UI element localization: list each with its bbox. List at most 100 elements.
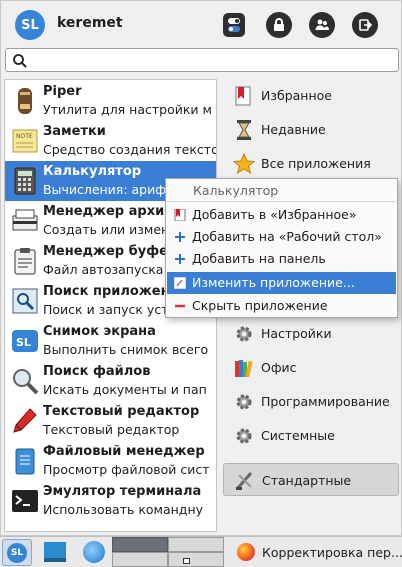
calculator-icon xyxy=(14,167,36,195)
category-system[interactable]: Системные xyxy=(223,419,399,452)
app-description: Создать или измени xyxy=(43,222,178,237)
screenshot-icon: SL xyxy=(12,330,38,352)
app-name: Калькулятор xyxy=(43,164,142,179)
plus-icon xyxy=(175,232,185,242)
menu-item-label: Добавить на панель xyxy=(192,251,326,266)
logout-icon xyxy=(359,19,373,31)
category-label: Стандартные xyxy=(262,473,352,488)
accessories-icon xyxy=(235,472,253,490)
category-programming[interactable]: Программирование xyxy=(223,385,399,418)
favorites-icon xyxy=(235,86,251,106)
category-recent[interactable]: Недавние xyxy=(223,113,399,146)
app-description: Поиск и запуск устa xyxy=(43,302,177,317)
switch-user-button[interactable] xyxy=(309,12,335,38)
clipboard-icon xyxy=(14,248,36,275)
category-label: Системные xyxy=(261,428,335,443)
app-name: Поиск приложени xyxy=(43,284,179,299)
office-books-icon xyxy=(235,360,253,378)
star-icon xyxy=(233,153,255,175)
menu-item-hide-app[interactable]: Скрыть приложение xyxy=(167,295,396,317)
programming-gear-icon xyxy=(236,394,252,410)
file-manager-icon xyxy=(15,448,35,475)
menu-item-edit-app[interactable]: Изменить приложение... xyxy=(167,272,396,294)
start-menu-button[interactable]: SL xyxy=(2,539,32,566)
app-description: Вычисления: арифм xyxy=(43,182,176,197)
menu-item-label: Добавить в «Избранное» xyxy=(192,207,357,222)
app-name: Поиск файлов xyxy=(43,364,151,379)
show-desktop-icon[interactable] xyxy=(44,542,66,562)
category-label: Настройки xyxy=(261,326,332,341)
list-item[interactable]: NOTE Заметки Средство создания тексто xyxy=(5,121,216,161)
lock-screen-button[interactable] xyxy=(266,12,292,38)
workspace-4[interactable] xyxy=(168,552,224,567)
workspace-3[interactable] xyxy=(112,552,168,567)
window-thumbnail xyxy=(183,558,190,564)
start-logo-icon: SL xyxy=(7,543,27,563)
category-accessories[interactable]: Стандартные xyxy=(223,463,399,496)
context-menu: Калькулятор Добавить в «Избранное» Добав… xyxy=(165,178,398,318)
toggle-icon xyxy=(228,18,240,32)
log-out-button[interactable] xyxy=(352,12,378,38)
taskbar-window-title[interactable]: Корректировка пер... xyxy=(262,545,402,560)
menu-item-add-favorites[interactable]: Добавить в «Избранное» xyxy=(167,204,396,226)
list-item[interactable]: Файловый менеджер Просмотр файловой сист xyxy=(5,441,216,481)
category-settings[interactable]: Настройки xyxy=(223,317,399,350)
file-search-icon xyxy=(13,369,39,395)
category-favorites[interactable]: Избранное xyxy=(223,79,399,112)
list-item[interactable]: Поиск файлов Искать документы и пап xyxy=(5,361,216,401)
menu-item-label: Изменить приложение... xyxy=(192,275,355,290)
category-label: Все приложения xyxy=(261,156,371,171)
category-label: Программирование xyxy=(261,394,390,409)
app-description: Средство создания тексто xyxy=(43,142,217,157)
piper-icon xyxy=(18,88,32,114)
menu-item-label: Скрыть приложение xyxy=(192,298,328,313)
archive-manager-icon xyxy=(12,209,38,231)
search-input[interactable] xyxy=(5,48,399,72)
settings-toggle-button[interactable] xyxy=(223,13,245,37)
category-office[interactable]: Офис xyxy=(223,351,399,384)
username: keremet xyxy=(57,15,123,31)
workspace-2[interactable] xyxy=(168,537,224,552)
edit-icon xyxy=(174,277,186,289)
notes-icon: NOTE xyxy=(12,129,38,153)
avatar[interactable]: SL xyxy=(15,10,45,40)
settings-gear-icon xyxy=(236,326,252,342)
category-label: Избранное xyxy=(261,88,332,103)
category-label: Недавние xyxy=(261,122,326,137)
category-label: Офис xyxy=(261,360,297,375)
app-description: Текстовый редактор xyxy=(43,422,180,437)
bookmark-add-icon xyxy=(174,209,186,221)
plus-icon xyxy=(175,254,185,264)
svg-text:NOTE: NOTE xyxy=(16,133,33,140)
app-finder-icon xyxy=(12,288,38,314)
list-item[interactable]: Эмулятор терминала Использовать командну xyxy=(5,481,216,521)
hourglass-icon xyxy=(237,120,251,140)
list-item[interactable]: SL Снимок экрана Выполнить снимок всего xyxy=(5,321,216,361)
app-description: Файл автозапуска м xyxy=(43,262,177,277)
menu-item-add-panel[interactable]: Добавить на панель xyxy=(167,248,396,270)
context-menu-title: Калькулятор xyxy=(193,183,279,198)
search-icon xyxy=(13,54,27,68)
app-description: Искать документы и пап xyxy=(43,382,207,397)
menu-header: SL keremet xyxy=(1,1,402,45)
browser-launcher-icon[interactable] xyxy=(83,541,105,563)
app-name: Заметки xyxy=(43,124,106,139)
app-name: Текстовый редактор xyxy=(43,404,200,419)
category-all-apps[interactable]: Все приложения xyxy=(223,147,399,180)
firefox-icon[interactable] xyxy=(237,543,255,561)
app-name: Эмулятор терминала xyxy=(43,484,202,499)
app-description: Просмотр файловой сист xyxy=(43,462,210,477)
lock-icon xyxy=(274,18,284,31)
app-description: Выполнить снимок всего xyxy=(43,342,209,357)
minus-icon xyxy=(175,304,185,308)
list-item[interactable]: Текстовый редактор Текстовый редактор xyxy=(5,401,216,441)
menu-item-label: Добавить на «Рабочий стол» xyxy=(192,229,382,244)
workspace-1[interactable] xyxy=(112,537,168,552)
svg-text:SL: SL xyxy=(16,336,31,349)
users-icon xyxy=(315,19,329,30)
text-editor-icon xyxy=(13,408,37,433)
menu-item-add-desktop[interactable]: Добавить на «Рабочий стол» xyxy=(167,226,396,248)
app-name: Файловый менеджер xyxy=(43,444,205,459)
list-item[interactable]: Piper Утилита для настройки м xyxy=(5,81,216,121)
taskbar: SL Корректировка пер... xyxy=(0,536,402,567)
